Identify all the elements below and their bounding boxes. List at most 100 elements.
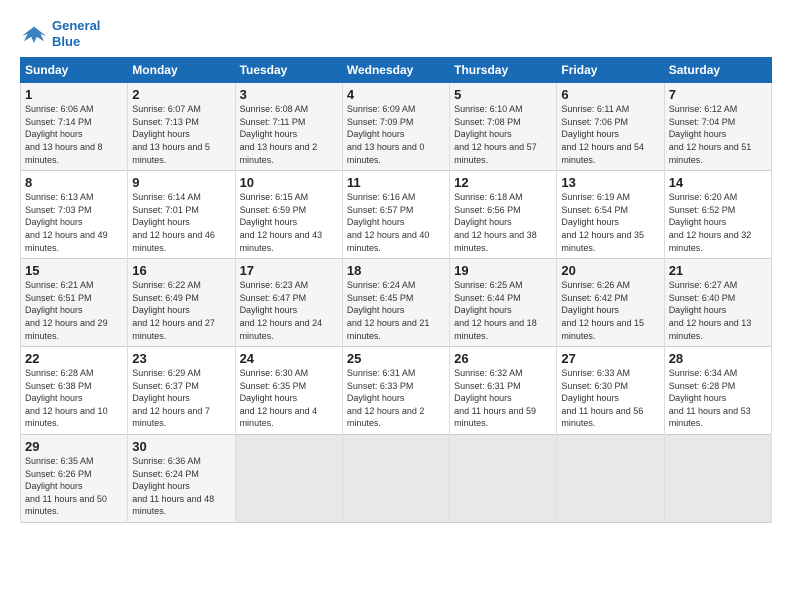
day-info: Sunrise: 6:32 AM Sunset: 6:31 PM Dayligh… — [454, 367, 552, 430]
calendar-table: SundayMondayTuesdayWednesdayThursdayFrid… — [20, 57, 772, 523]
calendar-cell: 24 Sunrise: 6:30 AM Sunset: 6:35 PM Dayl… — [235, 347, 342, 435]
column-header-tuesday: Tuesday — [235, 58, 342, 83]
day-number: 3 — [240, 87, 338, 102]
day-number: 17 — [240, 263, 338, 278]
column-header-sunday: Sunday — [21, 58, 128, 83]
day-number: 20 — [561, 263, 659, 278]
day-info: Sunrise: 6:10 AM Sunset: 7:08 PM Dayligh… — [454, 103, 552, 166]
day-info: Sunrise: 6:24 AM Sunset: 6:45 PM Dayligh… — [347, 279, 445, 342]
day-number: 23 — [132, 351, 230, 366]
logo-icon — [20, 23, 48, 45]
day-info: Sunrise: 6:30 AM Sunset: 6:35 PM Dayligh… — [240, 367, 338, 430]
day-number: 25 — [347, 351, 445, 366]
day-number: 24 — [240, 351, 338, 366]
day-info: Sunrise: 6:06 AM Sunset: 7:14 PM Dayligh… — [25, 103, 123, 166]
calendar-cell: 20 Sunrise: 6:26 AM Sunset: 6:42 PM Dayl… — [557, 259, 664, 347]
day-info: Sunrise: 6:15 AM Sunset: 6:59 PM Dayligh… — [240, 191, 338, 254]
calendar-cell: 29 Sunrise: 6:35 AM Sunset: 6:26 PM Dayl… — [21, 435, 128, 523]
calendar-cell: 25 Sunrise: 6:31 AM Sunset: 6:33 PM Dayl… — [342, 347, 449, 435]
day-info: Sunrise: 6:07 AM Sunset: 7:13 PM Dayligh… — [132, 103, 230, 166]
calendar-cell — [664, 435, 771, 523]
day-number: 7 — [669, 87, 767, 102]
day-info: Sunrise: 6:12 AM Sunset: 7:04 PM Dayligh… — [669, 103, 767, 166]
calendar-cell — [450, 435, 557, 523]
day-number: 14 — [669, 175, 767, 190]
day-number: 9 — [132, 175, 230, 190]
calendar-cell: 8 Sunrise: 6:13 AM Sunset: 7:03 PM Dayli… — [21, 171, 128, 259]
day-info: Sunrise: 6:13 AM Sunset: 7:03 PM Dayligh… — [25, 191, 123, 254]
day-number: 5 — [454, 87, 552, 102]
day-number: 8 — [25, 175, 123, 190]
day-info: Sunrise: 6:09 AM Sunset: 7:09 PM Dayligh… — [347, 103, 445, 166]
calendar-cell: 14 Sunrise: 6:20 AM Sunset: 6:52 PM Dayl… — [664, 171, 771, 259]
calendar-cell: 22 Sunrise: 6:28 AM Sunset: 6:38 PM Dayl… — [21, 347, 128, 435]
calendar-cell: 26 Sunrise: 6:32 AM Sunset: 6:31 PM Dayl… — [450, 347, 557, 435]
calendar-week-row: 15 Sunrise: 6:21 AM Sunset: 6:51 PM Dayl… — [21, 259, 772, 347]
calendar-cell: 23 Sunrise: 6:29 AM Sunset: 6:37 PM Dayl… — [128, 347, 235, 435]
calendar-cell: 18 Sunrise: 6:24 AM Sunset: 6:45 PM Dayl… — [342, 259, 449, 347]
header: General Blue — [20, 18, 772, 49]
day-info: Sunrise: 6:18 AM Sunset: 6:56 PM Dayligh… — [454, 191, 552, 254]
day-info: Sunrise: 6:14 AM Sunset: 7:01 PM Dayligh… — [132, 191, 230, 254]
day-info: Sunrise: 6:36 AM Sunset: 6:24 PM Dayligh… — [132, 455, 230, 518]
day-number: 22 — [25, 351, 123, 366]
day-number: 12 — [454, 175, 552, 190]
day-info: Sunrise: 6:21 AM Sunset: 6:51 PM Dayligh… — [25, 279, 123, 342]
day-info: Sunrise: 6:16 AM Sunset: 6:57 PM Dayligh… — [347, 191, 445, 254]
day-info: Sunrise: 6:11 AM Sunset: 7:06 PM Dayligh… — [561, 103, 659, 166]
day-number: 6 — [561, 87, 659, 102]
calendar-cell: 1 Sunrise: 6:06 AM Sunset: 7:14 PM Dayli… — [21, 83, 128, 171]
day-info: Sunrise: 6:22 AM Sunset: 6:49 PM Dayligh… — [132, 279, 230, 342]
day-info: Sunrise: 6:25 AM Sunset: 6:44 PM Dayligh… — [454, 279, 552, 342]
day-number: 26 — [454, 351, 552, 366]
day-number: 19 — [454, 263, 552, 278]
day-number: 13 — [561, 175, 659, 190]
day-info: Sunrise: 6:19 AM Sunset: 6:54 PM Dayligh… — [561, 191, 659, 254]
calendar-cell: 30 Sunrise: 6:36 AM Sunset: 6:24 PM Dayl… — [128, 435, 235, 523]
calendar-cell: 21 Sunrise: 6:27 AM Sunset: 6:40 PM Dayl… — [664, 259, 771, 347]
day-number: 2 — [132, 87, 230, 102]
calendar-cell: 3 Sunrise: 6:08 AM Sunset: 7:11 PM Dayli… — [235, 83, 342, 171]
day-info: Sunrise: 6:27 AM Sunset: 6:40 PM Dayligh… — [669, 279, 767, 342]
calendar-cell: 6 Sunrise: 6:11 AM Sunset: 7:06 PM Dayli… — [557, 83, 664, 171]
day-number: 10 — [240, 175, 338, 190]
day-number: 29 — [25, 439, 123, 454]
calendar-week-row: 29 Sunrise: 6:35 AM Sunset: 6:26 PM Dayl… — [21, 435, 772, 523]
logo: General Blue — [20, 18, 100, 49]
day-info: Sunrise: 6:35 AM Sunset: 6:26 PM Dayligh… — [25, 455, 123, 518]
calendar-cell: 15 Sunrise: 6:21 AM Sunset: 6:51 PM Dayl… — [21, 259, 128, 347]
column-header-friday: Friday — [557, 58, 664, 83]
column-header-wednesday: Wednesday — [342, 58, 449, 83]
day-number: 30 — [132, 439, 230, 454]
day-info: Sunrise: 6:29 AM Sunset: 6:37 PM Dayligh… — [132, 367, 230, 430]
column-header-thursday: Thursday — [450, 58, 557, 83]
logo-text: General Blue — [52, 18, 100, 49]
day-number: 16 — [132, 263, 230, 278]
calendar-cell: 11 Sunrise: 6:16 AM Sunset: 6:57 PM Dayl… — [342, 171, 449, 259]
calendar-cell — [235, 435, 342, 523]
day-number: 28 — [669, 351, 767, 366]
calendar-cell: 27 Sunrise: 6:33 AM Sunset: 6:30 PM Dayl… — [557, 347, 664, 435]
day-number: 27 — [561, 351, 659, 366]
day-number: 11 — [347, 175, 445, 190]
calendar-cell: 19 Sunrise: 6:25 AM Sunset: 6:44 PM Dayl… — [450, 259, 557, 347]
page: General Blue SundayMondayTuesdayWednesda… — [0, 0, 792, 612]
day-number: 21 — [669, 263, 767, 278]
day-info: Sunrise: 6:33 AM Sunset: 6:30 PM Dayligh… — [561, 367, 659, 430]
calendar-cell — [342, 435, 449, 523]
calendar-cell: 16 Sunrise: 6:22 AM Sunset: 6:49 PM Dayl… — [128, 259, 235, 347]
calendar-cell — [557, 435, 664, 523]
day-number: 18 — [347, 263, 445, 278]
calendar-cell: 5 Sunrise: 6:10 AM Sunset: 7:08 PM Dayli… — [450, 83, 557, 171]
day-info: Sunrise: 6:08 AM Sunset: 7:11 PM Dayligh… — [240, 103, 338, 166]
calendar-cell: 4 Sunrise: 6:09 AM Sunset: 7:09 PM Dayli… — [342, 83, 449, 171]
day-info: Sunrise: 6:26 AM Sunset: 6:42 PM Dayligh… — [561, 279, 659, 342]
calendar-cell: 12 Sunrise: 6:18 AM Sunset: 6:56 PM Dayl… — [450, 171, 557, 259]
calendar-cell: 7 Sunrise: 6:12 AM Sunset: 7:04 PM Dayli… — [664, 83, 771, 171]
calendar-cell: 10 Sunrise: 6:15 AM Sunset: 6:59 PM Dayl… — [235, 171, 342, 259]
day-info: Sunrise: 6:31 AM Sunset: 6:33 PM Dayligh… — [347, 367, 445, 430]
day-info: Sunrise: 6:20 AM Sunset: 6:52 PM Dayligh… — [669, 191, 767, 254]
column-header-saturday: Saturday — [664, 58, 771, 83]
day-number: 1 — [25, 87, 123, 102]
day-info: Sunrise: 6:34 AM Sunset: 6:28 PM Dayligh… — [669, 367, 767, 430]
